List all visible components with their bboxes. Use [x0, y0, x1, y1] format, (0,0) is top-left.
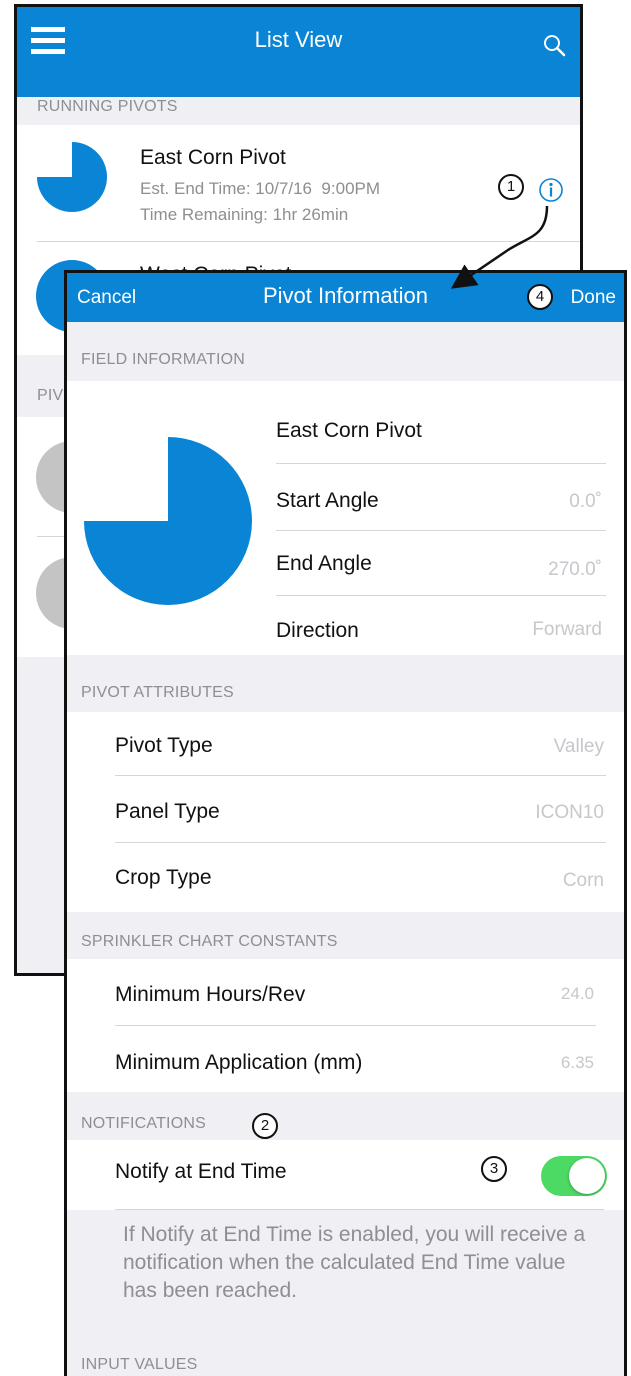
- min-application-label: Minimum Application (mm): [115, 1051, 363, 1074]
- end-angle-value: 270.0˚: [548, 559, 602, 580]
- running-pivots-header: RUNNING PIVOTS: [37, 98, 178, 115]
- divider: [276, 595, 606, 596]
- divider: [115, 1209, 604, 1210]
- notify-toggle[interactable]: [541, 1156, 607, 1196]
- divider: [115, 775, 606, 776]
- list-item[interactable]: East Corn Pivot Est. End Time: 10/7/16 9…: [17, 125, 580, 242]
- start-angle-value: 0.0˚: [569, 491, 602, 512]
- pivot-type-value: Valley: [553, 736, 604, 757]
- field-information-header: FIELD INFORMATION: [81, 351, 245, 368]
- divider: [115, 842, 606, 843]
- info-icon[interactable]: [538, 177, 564, 203]
- crop-type-value: Corn: [562, 870, 604, 891]
- list-view-title: List View: [254, 27, 343, 52]
- notifications-group: Notify at End Time: [67, 1140, 624, 1210]
- sprinkler-chart-group: Minimum Hours/Rev 24.0 Minimum Applicati…: [67, 959, 624, 1092]
- panel-type-label: Panel Type: [115, 800, 220, 823]
- pivot-end-time: Est. End Time: 10/7/16 9:00PM: [140, 179, 381, 198]
- divider: [276, 530, 606, 531]
- direction-label: Direction: [276, 619, 359, 642]
- pivot-information-screen: Cancel Pivot Information Done FIELD INFO…: [64, 270, 627, 1376]
- direction-value: Forward: [532, 619, 602, 640]
- callout-marker-4: 4: [527, 284, 553, 310]
- pivot-attributes-header: PIVOT ATTRIBUTES: [81, 684, 234, 701]
- list-view-navbar: List View: [17, 7, 580, 97]
- pivot-time-remaining: Time Remaining: 1hr 26min: [140, 205, 349, 224]
- toggle-knob: [569, 1158, 605, 1194]
- pie-icon: [37, 142, 107, 212]
- input-values-header: INPUT VALUES: [81, 1356, 198, 1373]
- panel-type-value: ICON10: [535, 802, 604, 823]
- min-hours-value: 24.0: [560, 984, 594, 1003]
- notifications-header: NOTIFICATIONS: [81, 1115, 206, 1132]
- done-button[interactable]: Done: [571, 287, 616, 309]
- notify-description: If Notify at End Time is enabled, you wi…: [123, 1223, 586, 1302]
- crop-type-label: Crop Type: [115, 866, 212, 889]
- min-hours-label: Minimum Hours/Rev: [115, 983, 306, 1006]
- pivot-name: East Corn Pivot: [140, 146, 286, 169]
- pivot-type-label: Pivot Type: [115, 734, 213, 757]
- pivot-attributes-group: Pivot Type Valley Panel Type ICON10 Crop…: [67, 712, 624, 912]
- callout-marker-1: 1: [498, 174, 524, 200]
- field-information-group: East Corn Pivot Start Angle 0.0˚ End Ang…: [67, 381, 624, 655]
- search-icon[interactable]: [542, 33, 566, 57]
- divider: [115, 1025, 596, 1026]
- start-angle-label: Start Angle: [276, 489, 379, 512]
- sprinkler-chart-header: SPRINKLER CHART CONSTANTS: [81, 933, 338, 950]
- divider: [276, 463, 606, 464]
- pie-icon: [84, 437, 252, 605]
- callout-marker-3: 3: [481, 1156, 507, 1182]
- callout-marker-2: 2: [252, 1113, 278, 1139]
- min-application-value: 6.35: [560, 1053, 594, 1072]
- end-angle-label: End Angle: [276, 552, 372, 575]
- notify-label: Notify at End Time: [115, 1160, 287, 1183]
- field-name: East Corn Pivot: [276, 419, 422, 442]
